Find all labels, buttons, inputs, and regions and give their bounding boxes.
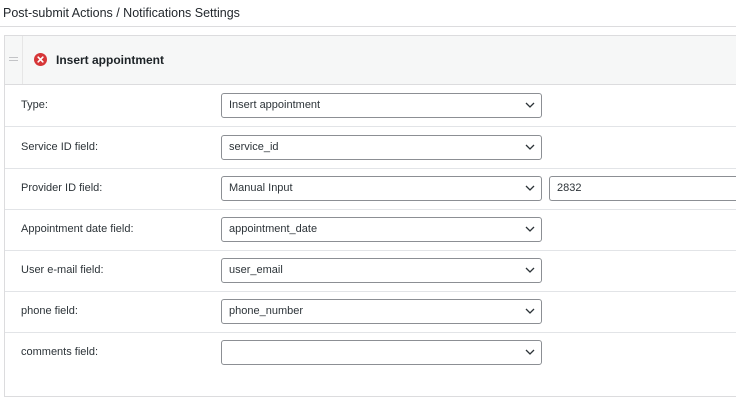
- type-select-value: Insert appointment: [229, 99, 321, 111]
- user-email-select-value: user_email: [229, 264, 283, 276]
- comments-select[interactable]: [221, 340, 542, 365]
- chevron-down-icon: [525, 308, 535, 314]
- drag-handle-icon[interactable]: [5, 36, 23, 84]
- type-label: Type:: [21, 99, 48, 111]
- provider-id-select[interactable]: Manual Input: [221, 176, 542, 201]
- type-select[interactable]: Insert appointment: [221, 93, 542, 118]
- title-divider: [0, 26, 736, 27]
- chevron-down-icon: [525, 349, 535, 355]
- chevron-down-icon: [525, 144, 535, 150]
- row-user-email: User e-mail field: user_email: [5, 250, 736, 292]
- row-provider-id: Provider ID field: Manual Input 2832: [5, 168, 736, 210]
- row-appointment-date: Appointment date field: appointment_date: [5, 209, 736, 251]
- action-panel-header[interactable]: Insert appointment: [5, 36, 736, 85]
- chevron-down-icon: [525, 267, 535, 273]
- delete-icon[interactable]: [34, 53, 47, 66]
- row-service-id: Service ID field: service_id: [5, 127, 736, 169]
- user-email-select[interactable]: user_email: [221, 258, 542, 283]
- chevron-down-icon: [525, 226, 535, 232]
- service-id-select[interactable]: service_id: [221, 135, 542, 160]
- phone-select[interactable]: phone_number: [221, 299, 542, 324]
- action-title: Insert appointment: [56, 53, 165, 67]
- comments-label: comments field:: [21, 346, 99, 358]
- provider-id-select-value: Manual Input: [229, 182, 293, 194]
- row-type: Type: Insert appointment: [5, 85, 736, 127]
- provider-id-label: Provider ID field:: [21, 182, 103, 194]
- service-id-label: Service ID field:: [21, 141, 99, 153]
- provider-id-manual-input[interactable]: 2832: [549, 176, 736, 201]
- row-comments: comments field:: [5, 332, 736, 373]
- provider-id-manual-value: 2832: [557, 182, 582, 194]
- chevron-down-icon: [525, 185, 535, 191]
- appointment-date-label: Appointment date field:: [21, 223, 134, 235]
- chevron-down-icon: [525, 102, 535, 108]
- page-title: Post-submit Actions / Notifications Sett…: [3, 6, 240, 20]
- row-phone: phone field: phone_number: [5, 291, 736, 333]
- phone-select-value: phone_number: [229, 305, 304, 317]
- user-email-label: User e-mail field:: [21, 264, 104, 276]
- appointment-date-select[interactable]: appointment_date: [221, 217, 542, 242]
- phone-label: phone field:: [21, 305, 78, 317]
- action-panel: Insert appointment Type: Insert appointm…: [4, 35, 736, 397]
- service-id-select-value: service_id: [229, 141, 279, 153]
- appointment-date-select-value: appointment_date: [229, 223, 318, 235]
